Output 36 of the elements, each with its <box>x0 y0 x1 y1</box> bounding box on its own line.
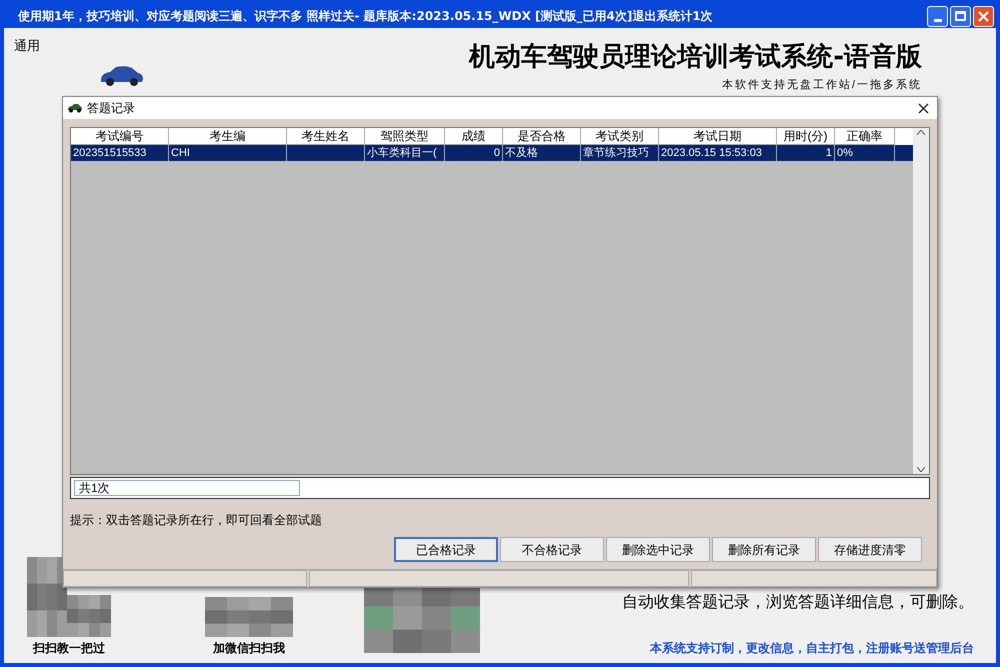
scrollbar[interactable] <box>913 128 929 474</box>
close-icon <box>918 102 928 114</box>
table-cell: 1 <box>777 145 835 161</box>
close-icon <box>978 10 989 22</box>
hint-text: 提示：双击答题记录所在行，即可回看全部试题 <box>70 512 323 529</box>
window-title: 使用期1年，技巧培训、对应考题阅读三遍、识字不多 照样过关- 题库版本:2023.05.15_WDX [测试版_已用4次]退出系统计1次 <box>18 8 713 25</box>
maximize-button[interactable] <box>950 6 971 26</box>
footer-text: 本系统支持订制，更改信息，自主打包，注册账号送管理后台 <box>650 640 974 657</box>
table-cell: 章节练习技巧 <box>581 145 659 161</box>
app-title: 机动车驾驶员理论培训考试系统-语音版 <box>469 41 922 74</box>
table-cell: CHI <box>169 145 287 161</box>
qr-caption: 加微信扫扫我 <box>213 640 285 657</box>
table-row[interactable]: 202351515533 CHI 小车类科目一( 0 不及格 章节练习技巧 2023.05.15 15:53:03 1 0% <box>71 145 913 161</box>
dialog-button[interactable]: 已合格记录 <box>394 537 498 562</box>
count-field[interactable]: 共1次 <box>74 480 300 496</box>
qr-caption: 扫扫教一把过 <box>33 640 105 657</box>
dialog-button[interactable]: 删除所有记录 <box>712 537 816 562</box>
feature-text: 自动收集答题记录，浏览答题详细信息，可删除。 <box>622 592 974 613</box>
dialog-button[interactable]: 删除选中记录 <box>606 537 710 562</box>
table-cell: 0% <box>835 145 895 161</box>
dialog-button[interactable]: 不合格记录 <box>500 537 604 562</box>
car-icon <box>67 103 83 113</box>
minimize-button[interactable] <box>927 6 948 26</box>
dialog-title: 答题记录 <box>87 100 136 117</box>
car-icon <box>98 64 144 88</box>
table-cell: 小车类科目一( <box>365 145 445 161</box>
scroll-up-icon[interactable] <box>917 130 925 135</box>
table-cell: 不及格 <box>503 145 581 161</box>
scroll-down-icon[interactable] <box>917 467 925 472</box>
menu-item[interactable]: 通用 <box>14 36 144 56</box>
close-button[interactable] <box>973 6 994 26</box>
table-cell: 202351515533 <box>71 145 169 161</box>
dialog-button[interactable]: 存储进度清零 <box>818 537 922 562</box>
table-cell: 0 <box>445 145 503 161</box>
app-subtitle: 本软件支持无盘工作站/一拖多系统 <box>722 78 922 93</box>
table-cell: 2023.05.15 15:53:03 <box>659 145 777 161</box>
